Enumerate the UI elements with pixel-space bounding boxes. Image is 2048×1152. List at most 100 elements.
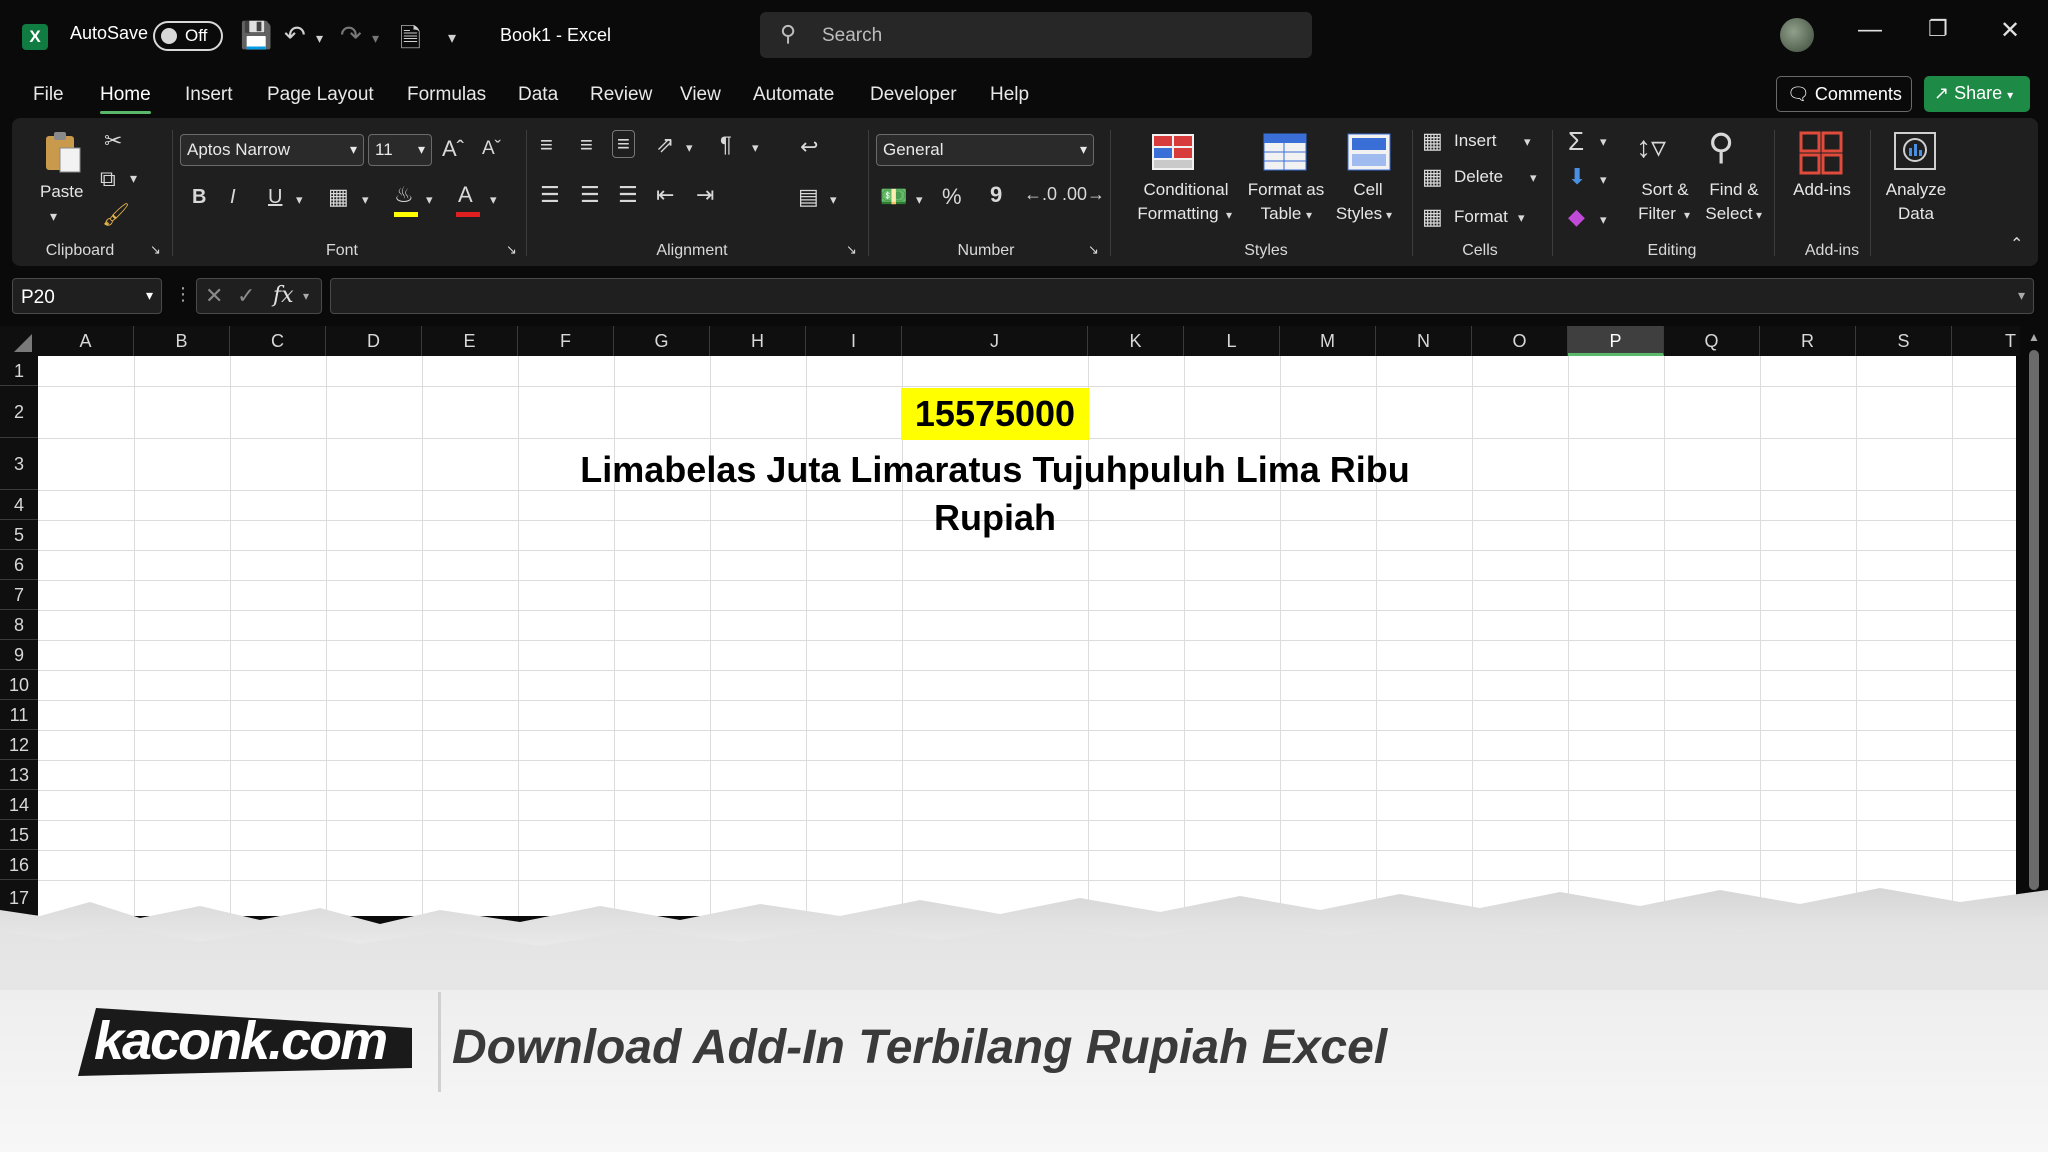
scrollbar-thumb[interactable] <box>2029 350 2039 890</box>
vertical-scrollbar[interactable]: ▲ <box>2026 330 2042 910</box>
name-box[interactable]: P20 ▾ <box>12 278 162 314</box>
cells-area[interactable] <box>38 356 2016 916</box>
column-header[interactable]: Q <box>1664 326 1760 356</box>
tab-developer[interactable]: Developer <box>870 84 957 106</box>
column-header[interactable]: S <box>1856 326 1952 356</box>
font-size-select[interactable]: 11 ▾ <box>368 134 432 166</box>
add-ins-label[interactable]: Add-ins <box>1784 180 1860 200</box>
conditional-formatting-label-1[interactable]: Conditional <box>1122 180 1250 200</box>
chevron-down-icon[interactable]: ▾ <box>296 192 303 208</box>
decrease-indent-icon[interactable]: ⇤ <box>656 182 674 208</box>
column-header[interactable]: I <box>806 326 902 356</box>
row-header[interactable]: 15 <box>0 820 38 850</box>
find-select-label-1[interactable]: Find & <box>1698 180 1770 200</box>
chevron-down-icon[interactable]: ▾ <box>1524 134 1531 150</box>
row-header[interactable]: 10 <box>0 670 38 700</box>
underline-button[interactable]: U <box>268 186 282 209</box>
autosave-toggle[interactable]: Off <box>153 21 223 51</box>
row-header[interactable]: 1 <box>0 356 38 386</box>
row-header[interactable]: 8 <box>0 610 38 640</box>
column-header[interactable]: L <box>1184 326 1280 356</box>
restore-icon[interactable]: ❐ <box>1928 16 1948 42</box>
column-header[interactable]: T <box>1952 326 2020 356</box>
text-direction-icon[interactable]: ¶ <box>720 132 732 158</box>
accounting-format-icon[interactable]: 💵 <box>880 184 907 210</box>
row-header[interactable]: 9 <box>0 640 38 670</box>
column-header[interactable]: A <box>38 326 134 356</box>
row-header[interactable]: 5 <box>0 520 38 550</box>
undo-dropdown-icon[interactable]: ▾ <box>316 30 323 47</box>
insert-cells-icon[interactable]: ▦ <box>1422 128 1443 154</box>
find-select-label-2[interactable]: Select <box>1694 204 1764 224</box>
search-box[interactable]: ⚲ Search <box>760 12 1312 58</box>
align-top-icon[interactable]: ≡ <box>540 132 553 158</box>
row-header[interactable]: 14 <box>0 790 38 820</box>
dialog-launcher-icon[interactable]: ↘ <box>1088 242 1099 258</box>
tab-home[interactable]: Home <box>100 84 151 114</box>
number-format-select[interactable]: General ▾ <box>876 134 1094 166</box>
row-header[interactable]: 2 <box>0 386 38 438</box>
find-select-icon[interactable]: ⚲ <box>1708 126 1734 168</box>
align-right-icon[interactable]: ☰ <box>618 182 638 208</box>
dialog-launcher-icon[interactable]: ↘ <box>506 242 517 258</box>
chevron-down-icon[interactable]: ▾ <box>1600 212 1607 228</box>
cancel-icon[interactable]: ✕ <box>205 283 223 309</box>
chevron-down-icon[interactable]: ▾ <box>916 192 923 208</box>
touch-mode-icon[interactable]: 🗎 <box>400 20 421 64</box>
fill-color-icon[interactable]: ♨ <box>394 182 414 208</box>
italic-button[interactable]: I <box>230 186 236 209</box>
column-header[interactable]: O <box>1472 326 1568 356</box>
format-as-table-label-2[interactable]: Table <box>1248 204 1314 224</box>
sort-filter-icon[interactable]: ↕▿ <box>1636 130 1666 165</box>
column-header[interactable]: B <box>134 326 230 356</box>
percent-button[interactable]: % <box>942 184 962 210</box>
insert-cells-label[interactable]: Insert <box>1454 131 1497 151</box>
sort-filter-label-2[interactable]: Filter <box>1624 204 1690 224</box>
enter-icon[interactable]: ✓ <box>237 283 255 309</box>
increase-font-icon[interactable]: Aˆ <box>442 136 464 162</box>
chevron-down-icon[interactable]: ▾ <box>1684 208 1690 222</box>
share-button[interactable]: ↗ Share ▾ <box>1924 76 2030 112</box>
search-input[interactable]: Search <box>822 25 882 47</box>
conditional-formatting-label-2[interactable]: Formatting <box>1122 204 1234 224</box>
analyze-data-icon[interactable] <box>1892 130 1938 176</box>
chevron-down-icon[interactable]: ▾ <box>1600 172 1607 188</box>
clear-icon[interactable]: ◆ <box>1568 204 1585 230</box>
chevron-down-icon[interactable]: ▾ <box>1226 208 1232 222</box>
row-header[interactable]: 12 <box>0 730 38 760</box>
column-header[interactable]: J <box>902 326 1088 356</box>
column-header[interactable]: N <box>1376 326 1472 356</box>
cell-j3-terbilang[interactable]: Limabelas Juta Limaratus Tujuhpuluh Lima… <box>520 446 1470 538</box>
wrap-text-icon[interactable]: ↩ <box>800 134 818 160</box>
increase-indent-icon[interactable]: ⇥ <box>696 182 714 208</box>
row-header[interactable]: 4 <box>0 490 38 520</box>
chevron-down-icon[interactable]: ▾ <box>130 170 137 187</box>
insert-function-icon[interactable]: fx <box>273 283 294 308</box>
minimize-icon[interactable]: — <box>1858 16 1882 44</box>
cell-j2-number[interactable]: 15575000 <box>901 388 1089 440</box>
chevron-down-icon[interactable]: ▾ <box>1600 134 1607 150</box>
decrease-font-icon[interactable]: Aˇ <box>482 138 501 160</box>
format-as-table-label-1[interactable]: Format as <box>1238 180 1334 200</box>
conditional-formatting-icon[interactable] <box>1150 130 1196 176</box>
align-left-icon[interactable]: ☰ <box>540 182 560 208</box>
chevron-down-icon[interactable]: ▾ <box>686 140 693 156</box>
delete-cells-label[interactable]: Delete <box>1454 167 1503 187</box>
redo-dropdown-icon[interactable]: ▾ <box>372 30 379 47</box>
fill-icon[interactable]: ⬇ <box>1568 164 1586 190</box>
expand-formula-icon[interactable]: ▾ <box>2018 287 2025 304</box>
align-bottom-icon[interactable]: ≡ <box>612 130 635 158</box>
column-header[interactable]: F <box>518 326 614 356</box>
chevron-down-icon[interactable]: ▾ <box>1306 208 1312 222</box>
cell-styles-icon[interactable] <box>1346 130 1392 176</box>
tab-formulas[interactable]: Formulas <box>407 84 486 106</box>
avatar[interactable] <box>1780 18 1814 52</box>
select-all-corner[interactable] <box>0 326 38 356</box>
tab-insert[interactable]: Insert <box>185 84 233 106</box>
align-middle-icon[interactable]: ≡ <box>580 132 593 158</box>
font-name-select[interactable]: Aptos Narrow ▾ <box>180 134 364 166</box>
decrease-decimal-icon[interactable]: .00→ <box>1062 184 1105 205</box>
column-header[interactable]: M <box>1280 326 1376 356</box>
formula-input[interactable]: ▾ <box>330 278 2034 314</box>
undo-icon[interactable]: ↶ <box>284 20 306 51</box>
